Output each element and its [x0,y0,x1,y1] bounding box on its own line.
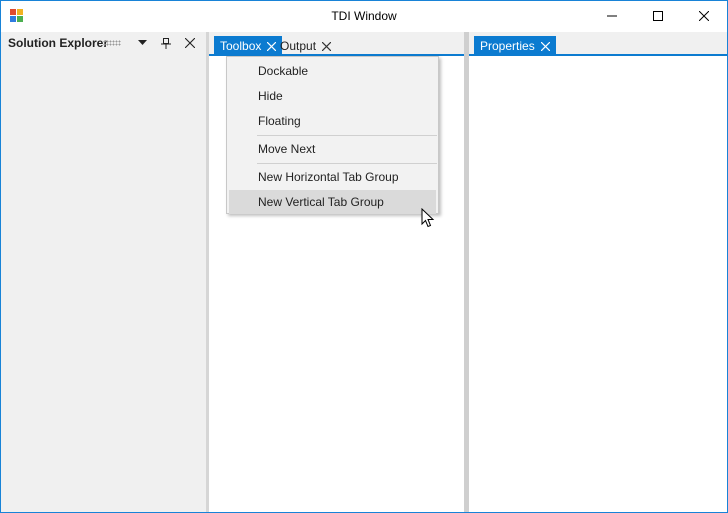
menu-item-new-vertical-tab-group[interactable]: New Vertical Tab Group [229,190,436,214]
tab-label: Toolbox [220,39,262,53]
minimize-button[interactable] [589,1,635,32]
tab-output[interactable]: Output [274,36,337,56]
dropdown-arrow-icon[interactable] [135,36,149,50]
tdi-window: TDI Window Solution Explorer Toolbox Out… [0,0,728,513]
close-icon [698,10,710,24]
maximize-button[interactable] [635,1,681,32]
tab-properties[interactable]: Properties [474,36,556,56]
solution-explorer-pane: Solution Explorer [1,32,206,512]
close-pane-icon[interactable] [183,36,197,50]
title-bar[interactable]: TDI Window [1,1,727,32]
close-window-button[interactable] [681,1,727,32]
menu-item-hide[interactable]: Hide [229,84,436,108]
close-tab-icon[interactable] [540,37,551,52]
menu-separator [257,135,437,136]
tab-label: Output [280,39,317,53]
tab-group-properties: Properties [469,32,727,512]
maximize-icon [653,10,663,24]
menu-item-floating[interactable]: Floating [229,109,436,133]
menu-separator [257,163,437,164]
grip-dots-icon[interactable] [103,40,121,46]
tab-strip: Toolbox Output [209,32,464,56]
tab-strip: Properties [469,32,727,56]
menu-item-new-horizontal-tab-group[interactable]: New Horizontal Tab Group [229,165,436,189]
close-tab-icon[interactable] [321,37,332,52]
tab-toolbox[interactable]: Toolbox [214,36,283,56]
solution-explorer-title: Solution Explorer [8,36,109,50]
minimize-icon [607,10,617,24]
solution-explorer-header[interactable]: Solution Explorer [1,32,206,54]
mouse-cursor-icon [421,207,435,228]
menu-item-move-next[interactable]: Move Next [229,137,436,161]
tab-label: Properties [480,39,535,53]
menu-item-dockable[interactable]: Dockable [229,59,436,83]
pin-icon[interactable] [159,36,173,50]
tab-context-menu: Dockable Hide Floating Move Next New Hor… [226,56,439,214]
